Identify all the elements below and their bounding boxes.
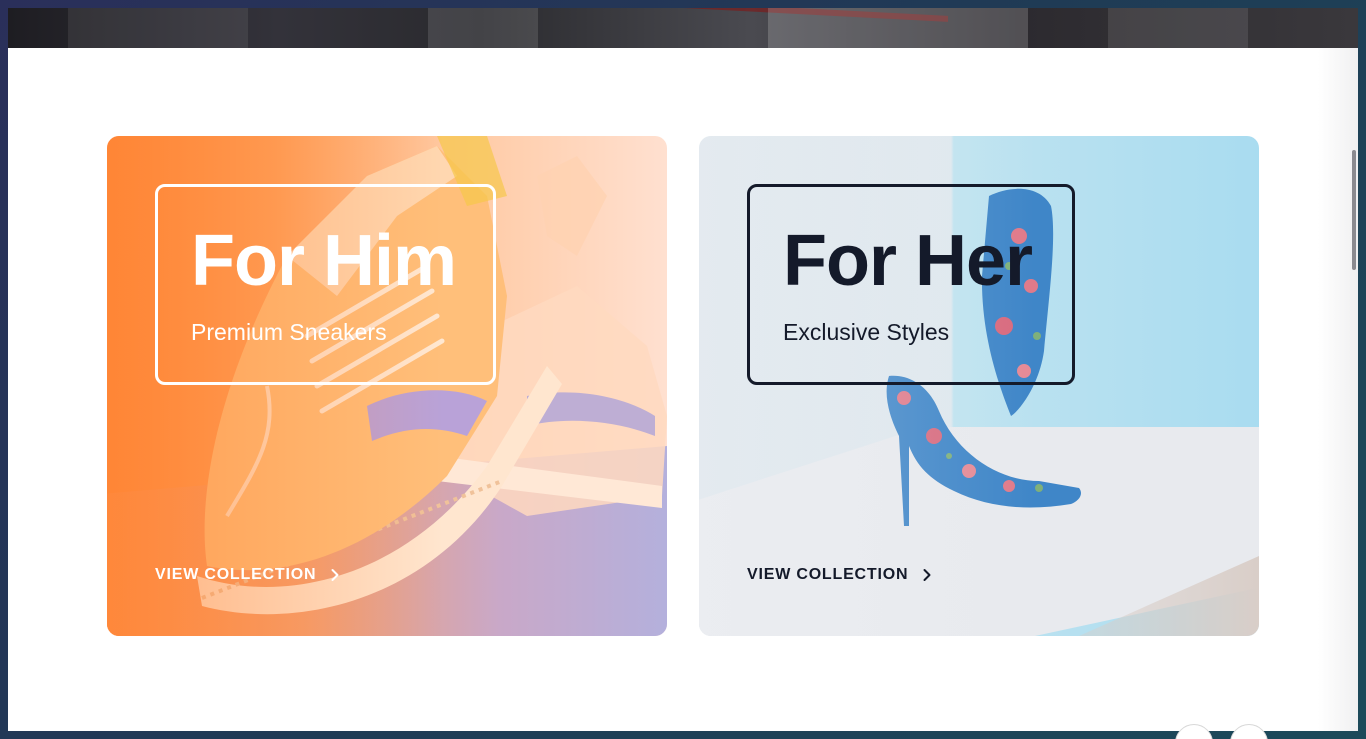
for-her-card[interactable]: For Her Exclusive Styles VIEW COLLECTION	[699, 136, 1259, 636]
carousel-controls[interactable]	[1175, 724, 1275, 739]
for-her-title: For Her	[783, 221, 1033, 301]
collections-section: For Him Premium Sneakers VIEW COLLECTION	[8, 48, 1358, 731]
vertical-scrollbar[interactable]	[1352, 150, 1356, 270]
for-him-card[interactable]: For Him Premium Sneakers VIEW COLLECTION	[107, 136, 667, 636]
for-him-view-collection-link[interactable]: VIEW COLLECTION	[155, 566, 342, 584]
for-him-cta-label: VIEW COLLECTION	[155, 566, 317, 583]
chevron-right-icon	[923, 569, 931, 581]
for-her-title-frame: For Her Exclusive Styles	[747, 184, 1075, 385]
carousel-prev-button[interactable]	[1175, 724, 1213, 739]
chevron-right-icon	[331, 569, 339, 581]
for-her-cta-label: VIEW COLLECTION	[747, 566, 909, 583]
for-her-view-collection-link[interactable]: VIEW COLLECTION	[747, 566, 934, 584]
for-him-title: For Him	[191, 221, 457, 301]
for-him-subtitle: Premium Sneakers	[191, 319, 387, 345]
for-him-title-frame: For Him Premium Sneakers	[155, 184, 496, 385]
for-her-subtitle: Exclusive Styles	[783, 319, 950, 345]
hero-image-strip	[8, 8, 1358, 48]
carousel-next-button[interactable]	[1230, 724, 1268, 739]
